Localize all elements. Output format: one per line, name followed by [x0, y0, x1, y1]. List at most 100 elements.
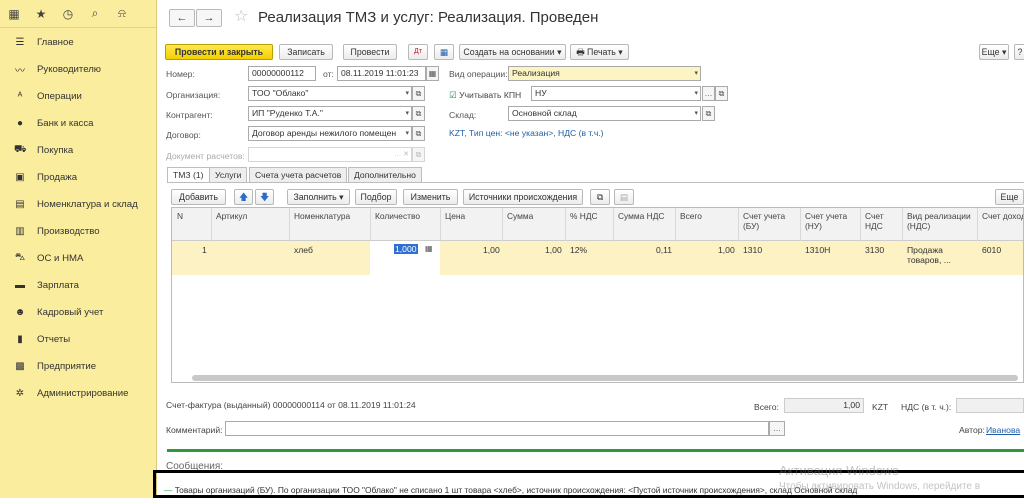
- horizontal-scrollbar[interactable]: [192, 375, 1018, 381]
- price-settings-link[interactable]: KZT, Тип цен: <не указан>, НДС (в т.ч.): [449, 128, 604, 138]
- warehouse-field[interactable]: Основной склад ▾: [508, 106, 701, 121]
- sidebar-item-production[interactable]: ▥ Производство: [0, 218, 156, 245]
- save-button[interactable]: Записать: [279, 44, 333, 60]
- qty-input[interactable]: 1,000: [394, 244, 418, 254]
- tab-goods[interactable]: ТМЗ (1): [167, 167, 210, 183]
- invoice-link[interactable]: Счет-фактура (выданный) 00000000114 от 0…: [166, 400, 416, 410]
- more-button[interactable]: Еще ▾: [979, 44, 1009, 60]
- print-button[interactable]: 🖶 Печать ▾: [570, 44, 629, 60]
- kpn-select[interactable]: НУ ▾: [531, 86, 701, 101]
- tab-services[interactable]: Услуги: [209, 167, 248, 182]
- sidebar-item-bank[interactable]: ● Банк и касса: [0, 110, 156, 137]
- create-based-on-button[interactable]: Создать на основании ▾: [459, 44, 566, 60]
- sidebar-item-label: Производство: [37, 226, 100, 237]
- col-article[interactable]: Артикул: [216, 211, 247, 221]
- post-button[interactable]: Провести: [343, 44, 397, 60]
- author-link[interactable]: Иванова: [986, 425, 1020, 435]
- move-up-icon[interactable]: 🡅: [234, 189, 253, 205]
- sidebar-item-assets[interactable]: ⛍ ОС и НМА: [0, 245, 156, 272]
- sidebar-item-enterprise[interactable]: ▩ Предприятие: [0, 353, 156, 380]
- calculator-icon[interactable]: ▦: [425, 244, 433, 253]
- sidebar-item-purchase[interactable]: ⛟ Покупка: [0, 137, 156, 164]
- col-vat-rate[interactable]: % НДС: [570, 211, 598, 221]
- warehouse-icon: ▤: [15, 199, 25, 210]
- pick-button[interactable]: Подбор: [355, 189, 397, 205]
- sidebar-item-operations[interactable]: ᴬ Операции: [0, 83, 156, 110]
- sidebar-item-salary[interactable]: ▬ Зарплата: [0, 272, 156, 299]
- sidebar-item-admin[interactable]: ✲ Администрирование: [0, 380, 156, 407]
- sidebar-item-hr[interactable]: ☻ Кадровый учет: [0, 299, 156, 326]
- comment-field[interactable]: [225, 421, 769, 436]
- kpn-checkbox[interactable]: ☑ Учитывать КПН: [449, 90, 521, 101]
- warehouse-label: Склад:: [449, 110, 477, 120]
- message-item[interactable]: — Товары организаций (БУ). По организаци…: [164, 485, 857, 495]
- dt-kt-icon[interactable]: Дт: [408, 44, 428, 60]
- sidebar-item-reports[interactable]: ▮ Отчеты: [0, 326, 156, 353]
- favorite-star-icon[interactable]: ☆: [234, 6, 248, 26]
- qty-edit-cell[interactable]: 1,000 ▦: [370, 241, 440, 275]
- table-more-button[interactable]: Еще: [995, 189, 1024, 205]
- col-acc-nu[interactable]: Счет учета (НУ): [805, 211, 855, 231]
- number-field[interactable]: 00000000112: [248, 66, 316, 81]
- open-organization-icon[interactable]: ⧉: [412, 86, 425, 101]
- col-item[interactable]: Номенклатура: [294, 211, 350, 221]
- sidebar-item-director[interactable]: 〰 Руководителю: [0, 56, 156, 83]
- bank-icon: ●: [16, 118, 24, 129]
- calc-document-field[interactable]: … ✕: [248, 147, 412, 162]
- col-sale-type[interactable]: Вид реализации (НДС): [907, 211, 977, 231]
- operation-type-value: Реализация: [512, 68, 560, 78]
- grid-icon[interactable]: ▦: [7, 7, 21, 21]
- move-down-icon[interactable]: 🡇: [255, 189, 274, 205]
- sidebar-item-sales[interactable]: ▣ Продажа: [0, 164, 156, 191]
- operation-type-select[interactable]: Реализация ▾: [508, 66, 701, 81]
- post-and-close-button[interactable]: Провести и закрыть: [165, 44, 273, 60]
- contractor-field[interactable]: ИП "Руденко Т.А." ▾: [248, 106, 412, 121]
- col-acc-income[interactable]: Счет доход: [982, 211, 1023, 221]
- open-calc-document-icon[interactable]: ⧉: [412, 147, 425, 162]
- table-row[interactable]: 1 хлеб 1,000 ▦ 1,00 1,00 12% 0,11 1,00 1…: [172, 241, 1023, 275]
- col-total[interactable]: Всего: [680, 211, 702, 221]
- contractor-label: Контрагент:: [166, 110, 213, 120]
- tab-additional[interactable]: Дополнительно: [348, 167, 422, 182]
- calendar-icon[interactable]: ▦: [426, 66, 439, 81]
- back-button[interactable]: ←: [169, 9, 195, 27]
- date-field[interactable]: 08.11.2019 11:01:23: [337, 66, 426, 81]
- open-contract-icon[interactable]: ⧉: [412, 126, 425, 141]
- col-acc-bu[interactable]: Счет учета (БУ): [743, 211, 793, 231]
- organization-field[interactable]: ТОО "Облако" ▾: [248, 86, 412, 101]
- sidebar-item-warehouse[interactable]: ▤ Номенклатура и склад: [0, 191, 156, 218]
- open-kpn-icon[interactable]: ⧉: [715, 86, 728, 101]
- col-sum[interactable]: Сумма: [507, 211, 533, 221]
- cell-sum: 1,00: [545, 245, 562, 255]
- total-label: Всего:: [754, 402, 779, 412]
- contract-label: Договор:: [166, 130, 201, 140]
- cell-acc-income: 6010: [982, 245, 1002, 255]
- open-warehouse-icon[interactable]: ⧉: [702, 106, 715, 121]
- fill-button[interactable]: Заполнить ▾: [287, 189, 350, 205]
- col-acc-vat[interactable]: Счет НДС: [865, 211, 895, 231]
- search-icon[interactable]: ⌕: [88, 6, 102, 21]
- paste-icon[interactable]: ▤: [614, 189, 634, 205]
- col-qty[interactable]: Количество: [375, 211, 420, 221]
- kpn-dots-button[interactable]: …: [702, 86, 715, 101]
- change-button[interactable]: Изменить: [403, 189, 458, 205]
- history-icon[interactable]: ◷: [61, 7, 75, 21]
- sidebar-item-main[interactable]: ☰ Главное: [0, 29, 156, 56]
- forward-button[interactable]: →: [196, 9, 222, 27]
- comment-dots-button[interactable]: …: [769, 421, 785, 436]
- star-icon[interactable]: ★: [34, 7, 48, 21]
- contract-field[interactable]: Договор аренды нежилого помещен ▾: [248, 126, 412, 141]
- structure-icon[interactable]: ▦: [434, 44, 454, 60]
- col-vat-sum[interactable]: Сумма НДС: [618, 211, 664, 221]
- col-n[interactable]: N: [177, 211, 183, 221]
- divider-line: [167, 449, 1024, 452]
- bell-icon[interactable]: ⍾: [115, 6, 129, 21]
- col-price[interactable]: Цена: [445, 211, 465, 221]
- add-row-button[interactable]: Добавить: [171, 189, 226, 205]
- tab-accounts[interactable]: Счета учета расчетов: [249, 167, 348, 182]
- gear-icon: ✲: [15, 388, 25, 399]
- help-button[interactable]: ?: [1014, 44, 1024, 60]
- copy-icon[interactable]: ⧉: [590, 189, 610, 205]
- open-contractor-icon[interactable]: ⧉: [412, 106, 425, 121]
- sources-button[interactable]: Источники происхождения: [463, 189, 583, 205]
